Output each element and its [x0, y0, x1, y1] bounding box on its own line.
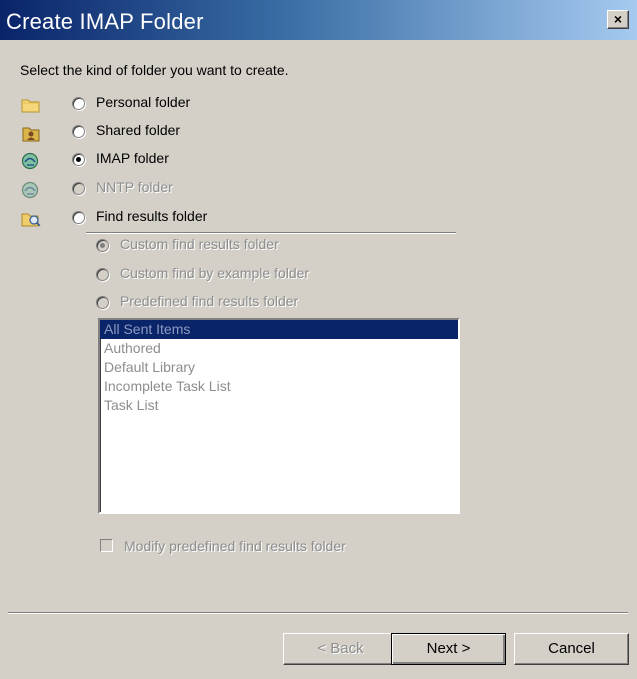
custom-find-by-example-label: Custom find by example folder: [120, 265, 310, 281]
close-icon: ×: [613, 11, 623, 27]
next-button[interactable]: Next >: [391, 633, 506, 665]
predefined-find-results-label: Predefined find results folder: [120, 293, 299, 309]
radio-custom-find-by-example: [96, 268, 109, 281]
shared-folder-icon: [22, 127, 40, 142]
radio-personal-folder[interactable]: [72, 97, 85, 110]
list-item: Default Library: [104, 359, 196, 375]
list-item: All Sent Items: [100, 320, 458, 339]
imap-folder-label: IMAP folder: [96, 150, 169, 166]
folder-icon: [21, 99, 40, 113]
list-item: Incomplete Task List: [104, 378, 231, 394]
button-divider: [8, 612, 628, 614]
instruction-text: Select the kind of folder you want to cr…: [20, 62, 289, 78]
list-item: Task List: [104, 397, 159, 413]
nntp-folder-label: NNTP folder: [96, 179, 173, 195]
find-results-folder-icon: [21, 213, 41, 227]
window-title: Create IMAP Folder: [6, 9, 204, 34]
find-options-divider: [86, 232, 456, 234]
nntp-folder-icon: [21, 181, 39, 199]
list-item: Authored: [104, 340, 161, 356]
radio-imap-folder[interactable]: [72, 153, 85, 166]
radio-predefined-find-results: [96, 296, 109, 309]
radio-custom-find-results: [96, 239, 109, 252]
find-results-folder-label: Find results folder: [96, 208, 208, 224]
modify-predefined-checkbox: [100, 539, 113, 552]
close-button[interactable]: ×: [607, 10, 629, 29]
predefined-folders-list: All Sent Items Authored Default Library …: [98, 318, 460, 514]
imap-folder-icon: [21, 152, 39, 170]
radio-shared-folder[interactable]: [72, 125, 85, 138]
cancel-button[interactable]: Cancel: [514, 633, 629, 665]
custom-find-results-label: Custom find results folder: [120, 236, 279, 252]
modify-predefined-label: Modify predefined find results folder: [124, 538, 346, 554]
back-button[interactable]: < Back: [283, 633, 398, 665]
title-bar: Create IMAP Folder ×: [0, 0, 637, 40]
personal-folder-label: Personal folder: [96, 94, 191, 110]
shared-folder-label: Shared folder: [96, 122, 181, 138]
radio-find-results-folder[interactable]: [72, 211, 85, 224]
radio-nntp-folder: [72, 182, 85, 195]
